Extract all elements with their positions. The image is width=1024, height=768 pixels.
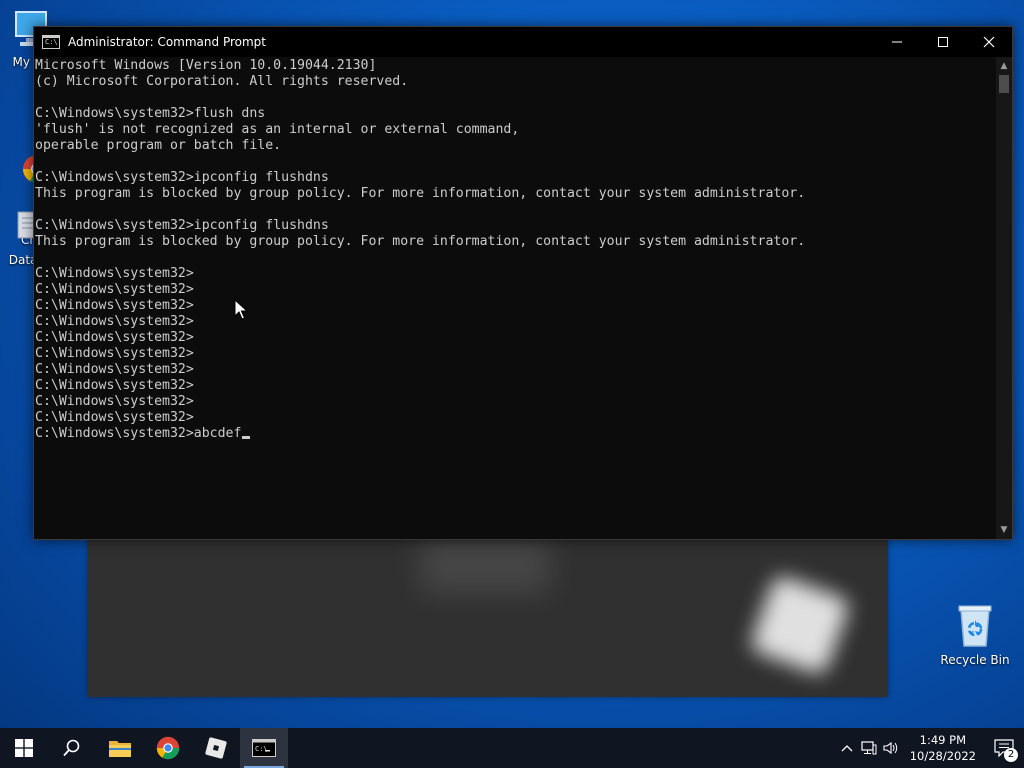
console-line: Microsoft Windows [Version 10.0.19044.21… [35,58,377,73]
console-line: C:\Windows\system32> [35,362,194,377]
console-line: C:\Windows\system32> [35,298,194,313]
console-line: (c) Microsoft Corporation. All rights re… [35,74,409,89]
system-tray: 1:49 PM 10/28/2022 2 [836,728,1024,768]
console-input-text: C:\Windows\system32>abcdef [35,426,242,441]
console-output[interactable]: Microsoft Windows [Version 10.0.19044.21… [34,57,996,539]
windows-start-icon [15,739,33,757]
notification-count-badge: 2 [1004,748,1018,762]
console-line: C:\Windows\system32>ipconfig flushdns [35,218,329,233]
folder-icon [109,741,131,757]
console-line: C:\Windows\system32> [35,378,194,393]
show-hidden-icons-button[interactable] [836,728,858,768]
clock[interactable]: 1:49 PM 10/28/2022 [902,732,984,764]
taskbar-roblox[interactable] [192,728,240,768]
desktop-icon-recycle-bin[interactable]: Recycle Bin [938,602,1012,667]
close-button[interactable] [966,27,1012,57]
mouse-pointer-icon [234,299,248,320]
roblox-icon [205,737,227,759]
taskbar-file-explorer[interactable] [96,728,144,768]
vertical-scrollbar[interactable]: ▲ ▼ [996,57,1012,539]
network-button[interactable] [858,728,880,768]
console-line: operable program or batch file. [35,138,282,153]
text-cursor [242,436,251,439]
console-line: C:\Windows\system32> [35,410,194,425]
taskbar-command-prompt[interactable]: C:\ [240,728,288,768]
console-line: C:\Windows\system32> [35,314,194,329]
console-line: C:\Windows\system32>flush dns [35,106,266,121]
console-line: C:\Windows\system32> [35,394,194,409]
recycle-bin-icon [953,602,997,651]
console-line: C:\Windows\system32> [35,282,194,297]
clock-date: 10/28/2022 [909,749,976,763]
start-button[interactable] [0,728,48,768]
close-icon [983,36,995,48]
scrollbar-thumb[interactable] [999,75,1009,93]
title-bar[interactable]: C:\ Administrator: Command Prompt [34,27,1012,57]
command-prompt-window[interactable]: C:\ Administrator: Command Prompt Micros… [33,26,1013,540]
taskbar: C:\ 1:49 PM 10/28/2022 2 [0,728,1024,768]
speaker-icon [883,741,897,755]
search-button[interactable] [48,728,96,768]
cmd-icon: C:\ [42,35,60,49]
minimize-icon [892,41,902,43]
console-line: 'flush' is not recognized as an internal… [35,122,520,137]
recycle-bin-label: Recycle Bin [940,653,1010,667]
network-icon [861,741,877,755]
maximize-icon [938,37,948,47]
chevron-up-icon [841,745,853,752]
background-window-blur [420,538,550,593]
console-line: C:\Windows\system32> [35,266,194,281]
console-line: C:\Windows\system32> [35,346,194,361]
maximize-button[interactable] [920,27,966,57]
console-line: This program is blocked by group policy.… [35,186,806,201]
taskbar-chrome[interactable] [144,728,192,768]
window-title: Administrator: Command Prompt [68,35,266,49]
chrome-icon [156,736,180,760]
volume-button[interactable] [880,728,902,768]
console-line: C:\Windows\system32> [35,330,194,345]
minimize-button[interactable] [874,27,920,57]
search-icon [63,739,80,757]
console-input-line[interactable]: C:\Windows\system32>abcdef [35,426,996,442]
svg-text:C:\: C:\ [255,745,268,753]
scroll-up-icon[interactable]: ▲ [996,59,1012,73]
cmd-icon: C:\ [252,739,276,757]
action-center-button[interactable]: 2 [984,728,1024,768]
clock-time: 1:49 PM [919,733,967,747]
scroll-down-icon[interactable]: ▼ [996,523,1012,537]
console-line: This program is blocked by group policy.… [35,234,806,249]
console-line: C:\Windows\system32>ipconfig flushdns [35,170,329,185]
